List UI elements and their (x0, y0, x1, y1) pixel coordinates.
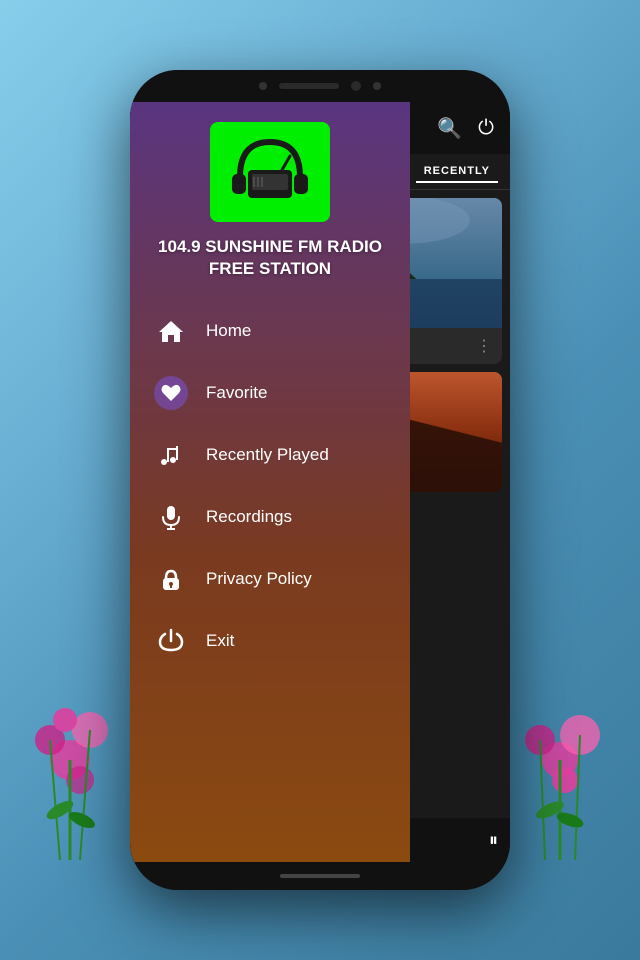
recordings-label: Recordings (206, 507, 292, 527)
tab-recently[interactable]: RECENTLY (416, 161, 498, 183)
mic-icon (154, 500, 188, 534)
sidebar-item-home[interactable]: Home (130, 300, 410, 362)
home-indicator (280, 874, 360, 878)
app-logo-box (210, 122, 330, 222)
more-options-1[interactable]: ⋮ (476, 336, 492, 356)
home-label: Home (206, 321, 251, 341)
exit-icon (154, 624, 188, 658)
music-icon (154, 438, 188, 472)
navigation-drawer: 104.9 SUNSHINE FM RADIO FREE STATION Hom… (130, 102, 410, 862)
drawer-logo-area: 104.9 SUNSHINE FM RADIO FREE STATION (130, 102, 410, 290)
favorite-label: Favorite (206, 383, 267, 403)
home-icon (154, 314, 188, 348)
favorite-icon (154, 376, 188, 410)
sidebar-item-favorite[interactable]: Favorite (130, 362, 410, 424)
exit-label: Exit (206, 631, 234, 651)
sidebar-item-recordings[interactable]: Recordings (130, 486, 410, 548)
power-icon[interactable]: ⏻ (478, 117, 494, 140)
lock-icon (154, 562, 188, 596)
search-icon[interactable]: 🔍 (437, 116, 462, 141)
app-logo-icon (220, 132, 320, 212)
pause-icon[interactable]: ⏸ (489, 830, 498, 851)
recently-played-label: Recently Played (206, 445, 329, 465)
drawer-menu: Home Favorite (130, 290, 410, 842)
app-title: 104.9 SUNSHINE FM RADIO FREE STATION (150, 236, 390, 280)
sidebar-item-recently-played[interactable]: Recently Played (130, 424, 410, 486)
player-controls[interactable]: ⏸ (489, 830, 498, 851)
sidebar-item-privacy-policy[interactable]: Privacy Policy (130, 548, 410, 610)
privacy-policy-label: Privacy Policy (206, 569, 312, 589)
sidebar-item-exit[interactable]: Exit (130, 610, 410, 672)
